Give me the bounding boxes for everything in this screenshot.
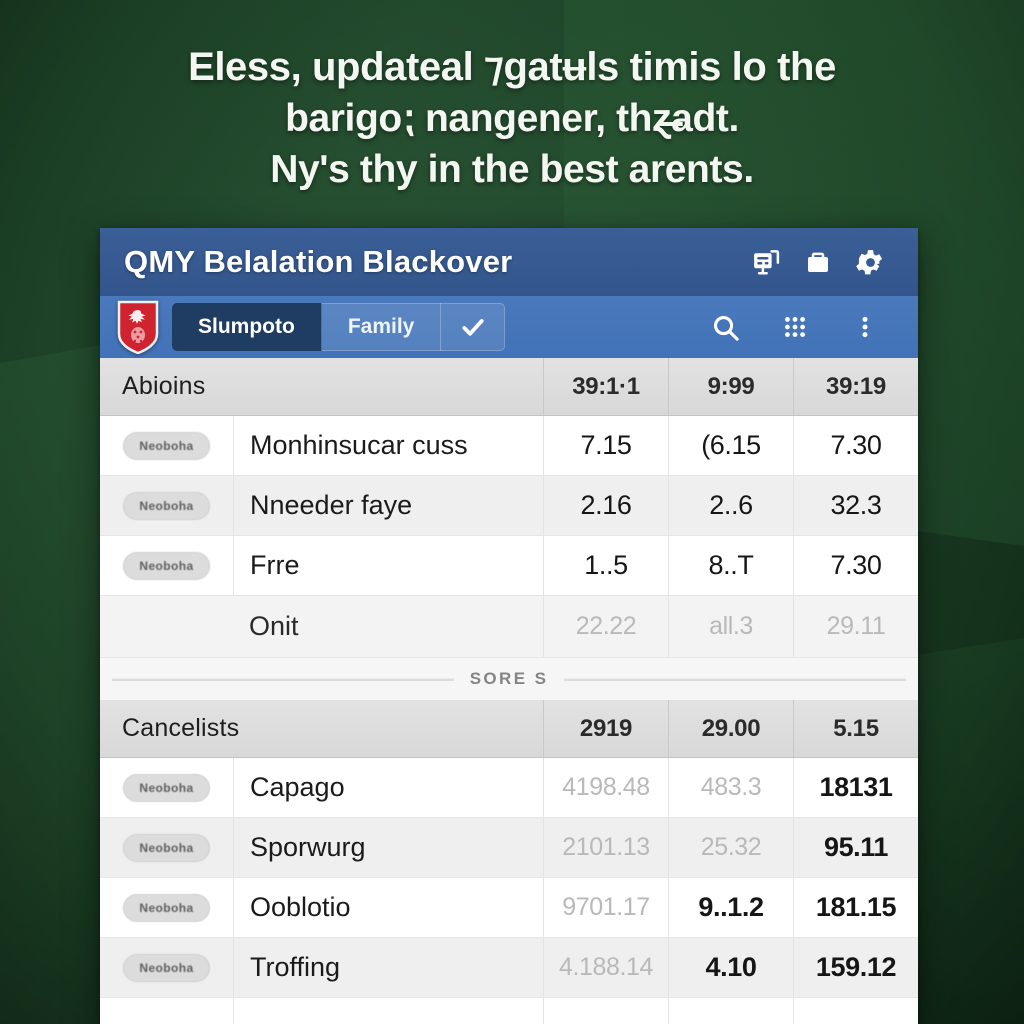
overflow-menu-icon[interactable] xyxy=(830,301,900,353)
row-label: Capago xyxy=(233,758,543,817)
table-row[interactable]: Neoboha Nneeder faye 2.16 2..6 32.3 xyxy=(100,476,918,536)
chip-label: Neoboha xyxy=(123,773,210,802)
row-value-2: 483.3 xyxy=(668,758,793,817)
chip-label: Neoboha xyxy=(123,953,210,982)
table-row[interactable]: Neoboha Frre 1..5 8..T 7.30 xyxy=(100,536,918,596)
divider-rule-right xyxy=(564,677,907,681)
page-title: QMY Belalation Blackover xyxy=(124,244,513,279)
row-value-2: 25.32 xyxy=(668,818,793,877)
tab-slumpoto[interactable]: Slumpoto xyxy=(172,303,322,351)
divider-label: SORE S xyxy=(469,669,549,688)
row-value-2 xyxy=(668,998,793,1024)
table-area: Abioins 39:1·1 9:99 39:19 Neoboha Monhin… xyxy=(100,358,918,1024)
row-value-2: 2..6 xyxy=(668,476,793,535)
row-value-2: 4.10 xyxy=(668,938,793,997)
title-bar: QMY Belalation Blackover xyxy=(100,228,918,296)
caption-line-1: Eless, updateal ⁊gatʉls timis lo the xyxy=(188,45,836,89)
chip-label: Neoboha xyxy=(123,551,210,580)
row-value-3: 159.12 xyxy=(793,938,918,997)
row-value-3: 7.30 xyxy=(793,536,918,595)
total-value-1: 22.22 xyxy=(543,596,668,657)
section-header-value-3: 39:19 xyxy=(793,358,918,415)
caption-line-2: barigo⁏ nangener, thɀ̶adt. xyxy=(285,97,739,140)
row-chip[interactable]: Neoboha xyxy=(100,878,233,937)
section-title: Cancelists xyxy=(122,714,240,742)
gear-icon[interactable] xyxy=(844,236,896,288)
row-label: Sporwurg xyxy=(233,818,543,877)
section-header-abioins[interactable]: Abioins 39:1·1 9:99 39:19 xyxy=(100,358,918,416)
row-value-3: 7.30 xyxy=(793,416,918,475)
caption-line-3: Ny's thy in the best arents. xyxy=(270,148,754,191)
tab-family-label: Family xyxy=(347,315,415,338)
section-header-value-1: 39:1·1 xyxy=(543,358,668,415)
row-value-1: 4.188.14 xyxy=(543,938,668,997)
row-value-3: 181.15 xyxy=(793,878,918,937)
row-chip[interactable]: Neoboha xyxy=(100,536,233,595)
row-value-1: 1..5 xyxy=(543,536,668,595)
row-chip[interactable]: Neoboha xyxy=(100,416,233,475)
section-header-value-2: 9:99 xyxy=(668,358,793,415)
chip-label: Neoboha xyxy=(123,431,210,460)
apps-grid-icon[interactable] xyxy=(760,301,830,353)
section-divider: SORE S xyxy=(100,658,918,700)
total-label: Onit xyxy=(249,611,299,641)
section-header-value-3: 5.15 xyxy=(793,700,918,757)
row-label xyxy=(233,998,543,1024)
row-value-2: 9..1.2 xyxy=(668,878,793,937)
row-value-1: 7.15 xyxy=(543,416,668,475)
row-value-2: (6.15 xyxy=(668,416,793,475)
chip-label: Neoboha xyxy=(123,893,210,922)
tab-slumpoto-label: Slumpoto xyxy=(198,315,295,338)
row-chip[interactable]: Neoboha xyxy=(100,476,233,535)
chip-label: Neoboha xyxy=(123,491,210,520)
row-chip[interactable]: Neoboha xyxy=(100,938,233,997)
row-label: Frre xyxy=(233,536,543,595)
total-value-3: 29.11 xyxy=(793,596,918,657)
row-label: Monhinsucar cuss xyxy=(233,416,543,475)
tab-confirm[interactable] xyxy=(441,303,506,351)
row-value-1 xyxy=(543,998,668,1024)
row-value-3: 95.11 xyxy=(793,818,918,877)
table-row[interactable]: Neoboha Monhinsucar cuss 7.15 (6.15 7.30 xyxy=(100,416,918,476)
crest-shield-icon[interactable] xyxy=(114,299,162,355)
app-window: QMY Belalation Blackover Slumpoto Family… xyxy=(100,228,918,1024)
row-chip[interactable]: Neoboha xyxy=(100,818,233,877)
divider-rule-left xyxy=(112,677,454,681)
tab-group: Slumpoto Family xyxy=(172,303,506,351)
row-label: Nneeder faye xyxy=(233,476,543,535)
chip-label: Neoboha xyxy=(123,833,210,862)
row-value-3: 32.3 xyxy=(793,476,918,535)
row-value-1: 2.16 xyxy=(543,476,668,535)
cast-screen-icon[interactable] xyxy=(740,236,792,288)
section-header-cancelists[interactable]: Cancelists 2919 29.00 5.15 xyxy=(100,700,918,758)
row-label: Troffing xyxy=(233,938,543,997)
search-icon[interactable] xyxy=(690,301,760,353)
row-label: Ooblotio xyxy=(233,878,543,937)
section-header-value-1: 2919 xyxy=(543,700,668,757)
row-chip[interactable]: Neoboha xyxy=(100,758,233,817)
tab-family[interactable]: Family xyxy=(321,303,442,351)
table-total-row: Onit 22.22 all.3 29.11 xyxy=(100,596,918,658)
tab-bar: Slumpoto Family xyxy=(100,296,918,358)
section-header-value-2: 29.00 xyxy=(668,700,793,757)
table-row-partial[interactable] xyxy=(100,998,918,1024)
row-value-1: 9701.17 xyxy=(543,878,668,937)
row-value-1: 4198.48 xyxy=(543,758,668,817)
row-value-3 xyxy=(793,998,918,1024)
table-row[interactable]: Neoboha Troffing 4.188.14 4.10 159.12 xyxy=(100,938,918,998)
table-row[interactable]: Neoboha Ooblotio 9701.17 9..1.2 181.15 xyxy=(100,878,918,938)
caption-text: Eless, updateal ⁊gatʉls timis lo the bar… xyxy=(0,42,1024,195)
section-title: Abioins xyxy=(122,372,206,400)
row-value-3: 18131 xyxy=(793,758,918,817)
table-row[interactable]: Neoboha Capago 4198.48 483.3 18131 xyxy=(100,758,918,818)
check-icon xyxy=(459,313,487,341)
total-value-2: all.3 xyxy=(668,596,793,657)
row-value-2: 8..T xyxy=(668,536,793,595)
row-chip[interactable] xyxy=(100,998,233,1024)
table-row[interactable]: Neoboha Sporwurg 2101.13 25.32 95.11 xyxy=(100,818,918,878)
row-value-1: 2101.13 xyxy=(543,818,668,877)
briefcase-icon[interactable] xyxy=(792,236,844,288)
